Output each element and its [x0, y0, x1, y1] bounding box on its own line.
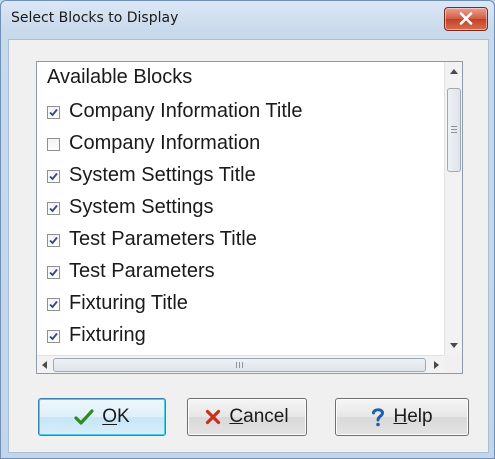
- horizontal-scroll-thumb[interactable]: [53, 358, 426, 372]
- ok-button[interactable]: OK: [38, 398, 166, 436]
- cancel-button[interactable]: Cancel: [187, 398, 307, 436]
- title-bar[interactable]: Select Blocks to Display: [1, 1, 494, 39]
- window-title: Select Blocks to Display: [11, 10, 179, 26]
- block-label: System Settings Title: [69, 164, 256, 186]
- list-item[interactable]: Fixturing Title: [47, 290, 442, 320]
- block-label: Test Parameters Title: [69, 228, 257, 250]
- checkmark-icon: [74, 409, 94, 425]
- checkmark-icon: [49, 332, 58, 341]
- available-blocks-list[interactable]: Available Blocks Company Information Tit…: [36, 61, 463, 374]
- block-label: Fixturing Title: [69, 292, 188, 314]
- horizontal-scrollbar[interactable]: [37, 355, 444, 373]
- cancel-button-label: Cancel: [229, 406, 289, 427]
- scroll-left-arrow-icon[interactable]: [42, 361, 47, 369]
- block-checkbox[interactable]: [47, 298, 60, 311]
- list-item[interactable]: Test Parameters: [47, 258, 442, 288]
- block-label: Fixturing: [69, 324, 146, 346]
- block-label: Company Information Title: [69, 100, 303, 122]
- help-button-label: Help: [393, 406, 433, 427]
- scrollbar-corner: [444, 355, 462, 373]
- x-icon: [205, 409, 221, 425]
- close-icon: [459, 12, 473, 25]
- vertical-scroll-thumb[interactable]: [447, 88, 461, 172]
- list-item[interactable]: Test Parameters Title: [47, 226, 442, 256]
- help-button[interactable]: Help: [335, 398, 469, 436]
- block-checkbox[interactable]: [47, 138, 60, 151]
- block-checkbox[interactable]: [47, 202, 60, 215]
- block-checkbox[interactable]: [47, 266, 60, 279]
- block-label: Test Parameters: [69, 260, 215, 282]
- block-checkbox[interactable]: [47, 330, 60, 343]
- checkmark-icon: [49, 204, 58, 213]
- block-label: Company Information: [69, 132, 261, 154]
- close-button[interactable]: [444, 7, 488, 31]
- scroll-up-arrow-icon[interactable]: [450, 69, 458, 74]
- question-mark-icon: [371, 407, 385, 427]
- block-checkbox[interactable]: [47, 170, 60, 183]
- checkmark-icon: [49, 236, 58, 245]
- ok-button-label: OK: [102, 406, 130, 427]
- list-item[interactable]: Company Information: [47, 130, 442, 160]
- list-item[interactable]: Company Information Title: [47, 98, 442, 128]
- list-header: Available Blocks: [47, 66, 193, 88]
- checkmark-icon: [49, 268, 58, 277]
- scroll-down-arrow-icon[interactable]: [450, 343, 458, 348]
- checkmark-icon: [49, 300, 58, 309]
- list-item[interactable]: System Settings Title: [47, 162, 442, 192]
- vertical-scrollbar[interactable]: [444, 62, 462, 355]
- dialog-window: Select Blocks to Display Available Block…: [0, 0, 495, 459]
- block-checkbox[interactable]: [47, 234, 60, 247]
- block-checkbox[interactable]: [47, 106, 60, 119]
- list-item[interactable]: Fixturing: [47, 322, 442, 352]
- list-item[interactable]: System Settings: [47, 194, 442, 224]
- dialog-body: Available Blocks Company Information Tit…: [8, 39, 489, 453]
- checkmark-icon: [49, 108, 58, 117]
- block-label: System Settings: [69, 196, 214, 218]
- checkmark-icon: [49, 172, 58, 181]
- scroll-right-arrow-icon[interactable]: [434, 361, 439, 369]
